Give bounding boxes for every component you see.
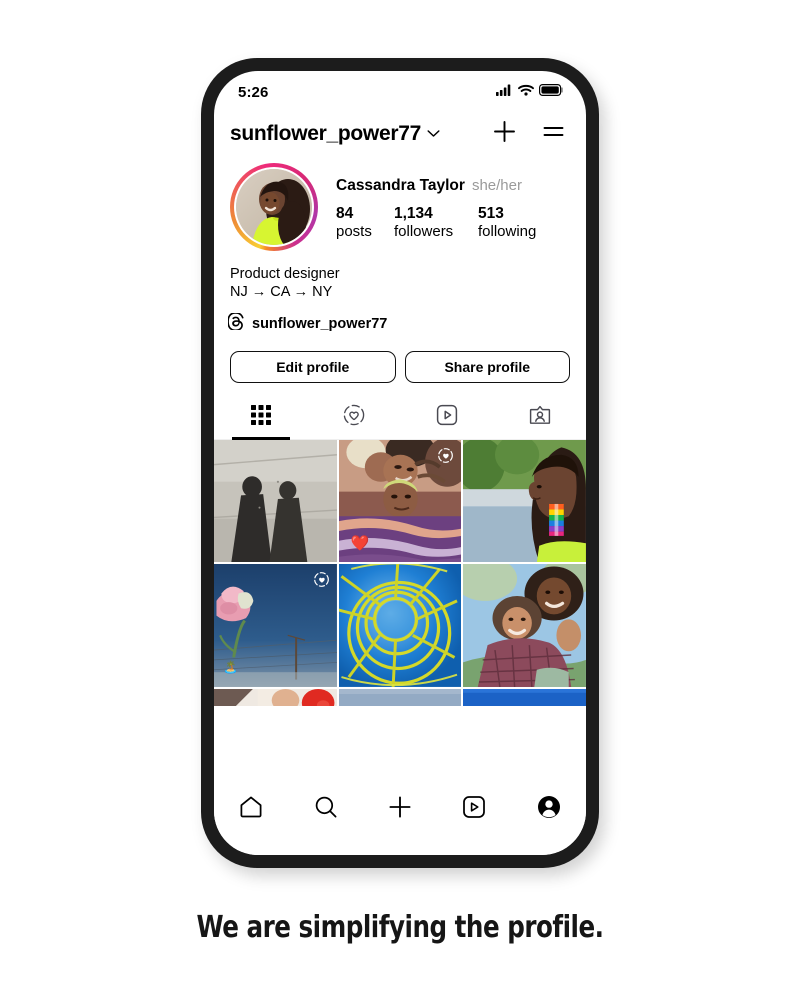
share-profile-button[interactable]: Share profile: [404, 350, 570, 383]
profile-avatar-icon: [536, 794, 562, 825]
nav-create[interactable]: [363, 791, 437, 827]
caption-text: We are simplifying the profile.: [196, 910, 604, 945]
app-header: sunflower_power77: [214, 109, 586, 155]
profile-username: sunflower_power77: [230, 122, 421, 145]
posts-grid: ❤️ 🏝️: [214, 439, 586, 707]
post-friends-lying-down[interactable]: ❤️: [338, 439, 462, 563]
header-actions: [492, 119, 568, 149]
edit-profile-button[interactable]: Edit profile: [230, 350, 396, 383]
nav-search[interactable]: [288, 791, 362, 827]
profile-details: Cassandra Taylor she/her 84 posts 1,134 …: [318, 163, 570, 242]
post-partial-right[interactable]: [463, 688, 586, 707]
tab-saved-collections[interactable]: [307, 397, 400, 439]
pronouns: she/her: [471, 177, 522, 194]
island-emoji: 🏝️: [223, 660, 238, 674]
heart-dashed-circle-icon: [437, 447, 454, 464]
status-bar: 5:26: [214, 71, 586, 109]
search-icon: [313, 794, 339, 825]
reels-play-icon: [435, 403, 459, 432]
cellular-signal-icon: [496, 83, 513, 101]
profile-summary: Cassandra Taylor she/her 84 posts 1,134 …: [214, 155, 586, 251]
post-partial-left[interactable]: [214, 688, 337, 707]
new-post-button[interactable]: [492, 119, 517, 149]
phone-frame: 5:26 sunflower_power77 Cassandra Taylor …: [201, 58, 599, 868]
status-time: 5:26: [238, 83, 269, 101]
nav-profile[interactable]: [512, 791, 586, 827]
stat-followers[interactable]: 1,134 followers: [394, 204, 478, 242]
grid-icon: [250, 404, 272, 431]
phone-screen: 5:26 sunflower_power77 Cassandra Taylor …: [214, 71, 586, 855]
avatar: [236, 169, 312, 245]
nav-home[interactable]: [214, 791, 288, 827]
avatar-story-ring[interactable]: [230, 163, 318, 251]
status-indicators: [496, 83, 564, 101]
tagged-person-icon: [528, 403, 552, 432]
post-yellow-spiral-structure[interactable]: [338, 564, 462, 687]
post-partial-middle[interactable]: [338, 688, 462, 707]
heart-dashed-circle-icon: [342, 403, 366, 432]
chevron-down-icon: [427, 125, 440, 143]
tab-tagged[interactable]: [493, 397, 586, 439]
display-name: Cassandra Taylor: [336, 177, 465, 194]
stat-following[interactable]: 513 following: [478, 204, 562, 242]
heart-dashed-circle-icon: [313, 571, 330, 588]
posts-count: 84: [336, 205, 354, 222]
tab-grid[interactable]: [214, 397, 307, 439]
tab-reels[interactable]: [400, 397, 493, 439]
heart-emoji: ❤️: [350, 535, 370, 553]
menu-button[interactable]: [541, 119, 566, 149]
account-switcher[interactable]: sunflower_power77: [230, 122, 492, 146]
post-shadows-on-pavement[interactable]: [214, 439, 337, 563]
wifi-icon: [518, 83, 534, 101]
reels-play-icon: [461, 794, 487, 825]
followers-count: 1,134: [394, 205, 433, 222]
profile-stats: 84 posts 1,134 followers 513 following: [336, 204, 570, 242]
post-pink-flower-sky[interactable]: 🏝️: [214, 564, 337, 687]
post-two-friends-hugging[interactable]: [463, 564, 586, 687]
posts-label: posts: [336, 223, 372, 241]
bio-line-2: NJ → CA → NY: [230, 284, 333, 301]
profile-action-buttons: Edit profile Share profile: [214, 335, 586, 383]
bottom-navigation-bar: [214, 777, 586, 855]
threads-handle: sunflower_power77: [252, 315, 388, 332]
profile-bio: Product designer NJ → CA → NY: [214, 251, 586, 302]
bio-line-1: Product designer: [230, 266, 340, 282]
plus-icon: [387, 794, 413, 825]
profile-tab-bar: [214, 397, 586, 440]
following-count: 513: [478, 205, 504, 222]
following-label: following: [478, 223, 537, 241]
threads-logo-icon: [227, 311, 245, 335]
battery-icon: [539, 83, 564, 101]
post-woman-profile-earring[interactable]: [463, 439, 586, 563]
nav-reels[interactable]: [437, 791, 511, 827]
avatar-inner-border: [234, 167, 314, 247]
stat-posts[interactable]: 84 posts: [336, 204, 394, 242]
display-name-row: Cassandra Taylor she/her: [336, 177, 570, 195]
home-icon: [238, 794, 264, 825]
threads-link[interactable]: sunflower_power77: [214, 302, 586, 335]
followers-label: followers: [394, 223, 454, 241]
